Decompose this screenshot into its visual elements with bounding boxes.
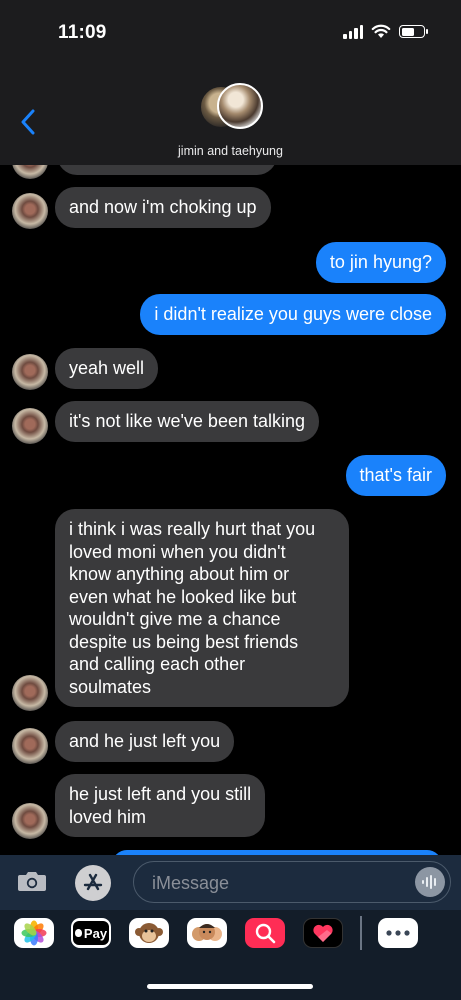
message-composer: iMessage [0,855,461,910]
message-line: loved him [69,806,147,827]
battery-icon [399,25,428,38]
home-indicator[interactable] [147,984,313,989]
monkey-animoji-icon [135,923,163,943]
imessage-input[interactable]: iMessage [133,861,451,903]
message-thread[interactable]: and now i'm choking up to jin hyung? i d… [0,165,461,855]
status-time: 11:09 [58,22,107,43]
more-apps-button[interactable] [378,918,418,948]
photos-icon [21,920,47,946]
image-search-icon [255,923,276,944]
back-chevron-icon[interactable] [18,108,38,136]
cellular-signal-icon [343,24,363,39]
message-bubble[interactable]: and he just left you [55,721,235,762]
heart-icon [313,924,333,942]
message-bubble[interactable]: yeah well [55,348,159,389]
app-drawer: Pay [0,910,461,1000]
sender-avatar [12,728,48,764]
message-bubble[interactable]: i think i was really hurt that you loved… [55,509,349,707]
photos-app-button[interactable] [14,918,54,948]
message-line: and calling each other [69,654,246,674]
image-search-button[interactable] [245,918,285,948]
message-bubble[interactable]: and now i'm choking up [55,187,271,228]
message-line: despite us being best friends [69,631,299,652]
audio-message-button[interactable] [415,867,445,897]
sender-avatar [12,803,48,839]
sender-avatar [12,675,48,711]
sender-avatar [12,354,48,390]
message-bubble[interactable]: to jin hyung? [315,242,446,283]
drawer-divider [360,916,362,950]
status-icons [343,24,428,39]
memoji-icon [192,924,222,941]
message-line: even what he looked like but [69,586,297,607]
message-line: soulmates [69,676,152,697]
memoji-button[interactable] [187,918,227,948]
apple-logo-icon [74,929,82,937]
apple-pay-button[interactable]: Pay [71,918,111,948]
sender-avatar [12,193,48,229]
app-store-button[interactable] [75,865,111,901]
wifi-icon [371,24,391,38]
message-line: i think i was really hurt that you [69,519,316,539]
input-placeholder: iMessage [152,873,230,893]
message-line: know anything about him or [69,564,290,584]
message-line: wouldn't give me a chance [69,609,281,629]
avatar-taehyung [217,83,263,129]
message-bubble[interactable]: it's not like we've been talking [55,401,320,442]
apple-pay-label: Pay [83,925,108,941]
waveform-icon [422,875,436,889]
partial-message-bubble[interactable] [57,165,277,175]
message-bubble[interactable]: i didn't realize you guys were close [140,294,446,335]
message-bubble[interactable]: that's fair [345,455,446,496]
sender-avatar [12,165,48,179]
animoji-button[interactable] [129,918,169,948]
contact-name[interactable]: jimin and taehyung [0,144,461,158]
message-line: he just left and you still [69,784,252,804]
sender-avatar [12,408,48,444]
more-icon [386,930,410,936]
app-store-icon [83,873,103,891]
group-avatar[interactable] [199,83,263,137]
conversation-header: 11:09 jimin and taehyung [0,0,461,165]
digital-touch-button[interactable] [303,918,343,948]
message-line: loved moni when you didn't [69,541,286,562]
message-bubble[interactable]: he just left and you still loved him [55,774,266,837]
camera-icon[interactable] [17,869,47,893]
